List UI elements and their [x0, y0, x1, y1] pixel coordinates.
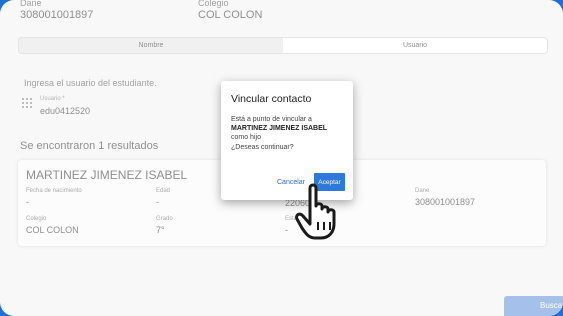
dialog-title: Vincular contacto: [231, 93, 312, 105]
dialog-msg-name: MARTINEZ JIMENEZ ISABEL: [231, 125, 328, 133]
pointer-hand-icon: [295, 183, 336, 240]
dialog-msg-line3: como hijo: [231, 134, 261, 142]
dialog-msg-line4: ¿Deseas continuar?: [231, 143, 294, 151]
dialog-msg-line1: Está a punto de vincular a: [231, 116, 312, 123]
app-window: Dane 308001001897 Colegio COL COLON Nomb…: [0, 0, 563, 316]
dialog-message: Está a punto de vincular a MARTINEZ JIME…: [231, 115, 349, 152]
